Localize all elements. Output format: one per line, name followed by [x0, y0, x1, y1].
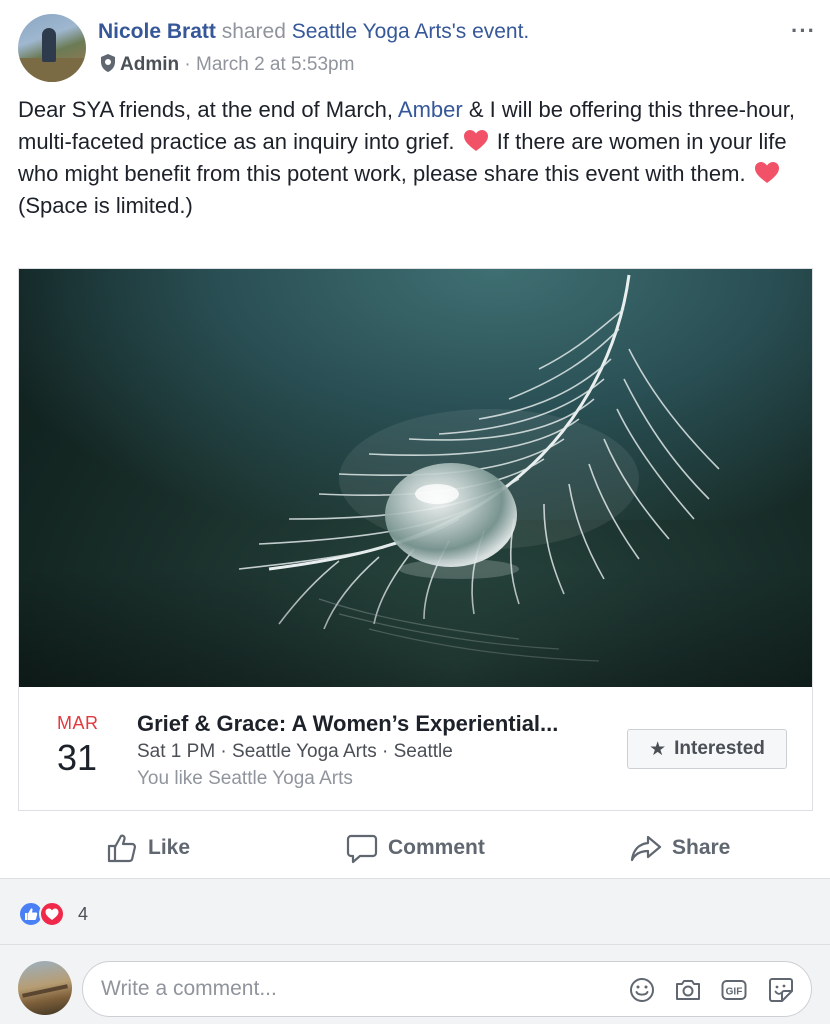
body-text-4: (Space is limited.) — [18, 193, 193, 218]
reaction-count[interactable]: 4 — [78, 901, 88, 927]
sticker-icon[interactable] — [767, 976, 795, 1004]
like-label: Like — [148, 836, 191, 859]
event-info: MAR 31 Grief & Grace: A Women’s Experien… — [19, 687, 812, 810]
event-day: 31 — [57, 737, 98, 778]
post-body: Dear SYA friends, at the end of March, A… — [18, 94, 818, 222]
shared-text: shared — [215, 20, 292, 43]
love-reaction-icon — [39, 901, 65, 927]
comment-placeholder: Write a comment... — [101, 977, 277, 1000]
event-details: Sat 1 PM · Seattle Yoga Arts · Seattle — [137, 741, 453, 762]
page-name-link[interactable]: Seattle Yoga Arts — [292, 20, 452, 43]
heart-emoji-icon — [463, 130, 488, 151]
event-title[interactable]: Grief & Grace: A Women’s Experiential... — [137, 711, 558, 737]
interested-button[interactable]: ★ Interested — [627, 729, 787, 769]
meta-separator: · — [179, 54, 196, 75]
author-name-link[interactable]: Nicole Bratt — [98, 20, 216, 43]
post-meta: Admin · March 2 at 5:53pm — [100, 52, 354, 78]
post-header: Nicole Bratt shared Seattle Yoga Arts's … — [18, 14, 818, 84]
heart-emoji-icon — [754, 162, 779, 183]
comment-bubble-icon — [346, 834, 378, 864]
event-social-context: You like Seattle Yoga Arts — [137, 768, 353, 789]
like-button[interactable]: Like — [106, 828, 190, 868]
current-user-avatar — [18, 961, 72, 1015]
body-text-1: Dear SYA friends, at the end of March, — [18, 97, 398, 122]
star-icon: ★ — [649, 738, 667, 760]
event-cover-image[interactable] — [19, 269, 812, 687]
post-actions: Like Comment Share — [0, 820, 830, 876]
comment-bar: Write a comment... GIF — [0, 944, 830, 1024]
share-arrow-icon — [630, 835, 662, 862]
gif-icon[interactable]: GIF — [720, 976, 748, 1004]
camera-icon[interactable] — [674, 976, 702, 1004]
thumbs-up-icon — [107, 834, 137, 863]
event-link[interactable]: 's event. — [452, 20, 530, 43]
svg-text:GIF: GIF — [726, 987, 743, 998]
admin-badge: Admin — [120, 54, 180, 75]
event-card[interactable]: MAR 31 Grief & Grace: A Women’s Experien… — [18, 268, 813, 811]
more-options-icon[interactable]: ··· — [791, 18, 816, 44]
share-label: Share — [672, 836, 731, 859]
reactions-bar: 4 — [0, 878, 830, 944]
share-button[interactable]: Share — [630, 828, 730, 868]
comment-label: Comment — [388, 836, 485, 859]
author-avatar[interactable] — [18, 14, 86, 82]
comment-input[interactable]: Write a comment... GIF — [82, 961, 812, 1017]
emoji-icon[interactable] — [628, 976, 656, 1004]
post-headline: Nicole Bratt shared Seattle Yoga Arts's … — [98, 18, 529, 46]
comment-button[interactable]: Comment — [346, 828, 485, 868]
reaction-icons[interactable] — [18, 901, 78, 927]
interested-label: Interested — [674, 738, 765, 759]
shield-icon — [101, 54, 115, 72]
feather-illustration — [19, 274, 812, 687]
mention-link[interactable]: Amber — [398, 97, 463, 122]
post-timestamp[interactable]: March 2 at 5:53pm — [196, 54, 354, 75]
event-month: MAR — [57, 713, 99, 733]
